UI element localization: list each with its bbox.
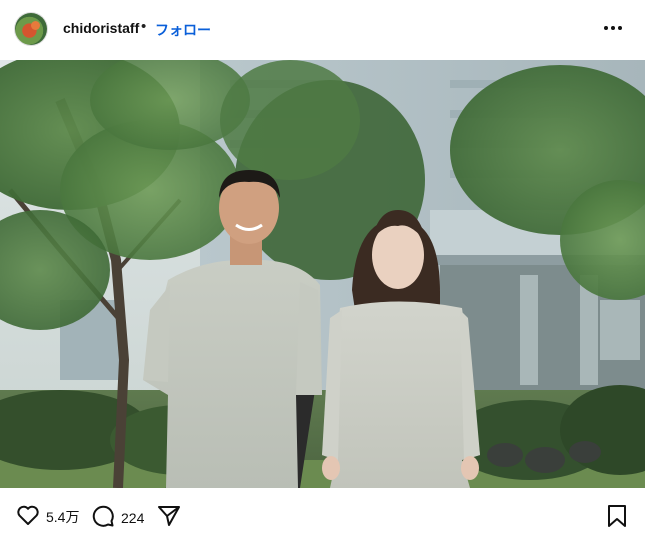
send-icon[interactable]	[157, 504, 181, 531]
save-group	[606, 504, 628, 531]
bookmark-icon[interactable]	[606, 504, 628, 531]
instagram-post: chidoristaff • フォロー 5.4万 224	[0, 0, 645, 535]
like-group: 5.4万	[16, 504, 79, 529]
post-header: chidoristaff • フォロー	[0, 0, 645, 60]
follow-button[interactable]: フォロー	[155, 20, 211, 40]
avatar[interactable]	[15, 13, 47, 45]
post-actions-bar: 5.4万 224	[0, 492, 645, 535]
heart-icon[interactable]	[16, 504, 40, 529]
share-group	[157, 504, 181, 531]
like-count: 5.4万	[46, 508, 80, 525]
comment-count: 224	[121, 509, 145, 526]
post-photo[interactable]	[0, 60, 645, 488]
separator-dot: •	[141, 18, 147, 35]
more-options-icon[interactable]	[601, 18, 625, 38]
comment-group: 224	[91, 504, 144, 531]
username-link[interactable]: chidoristaff	[63, 20, 139, 36]
comment-icon[interactable]	[91, 504, 115, 531]
